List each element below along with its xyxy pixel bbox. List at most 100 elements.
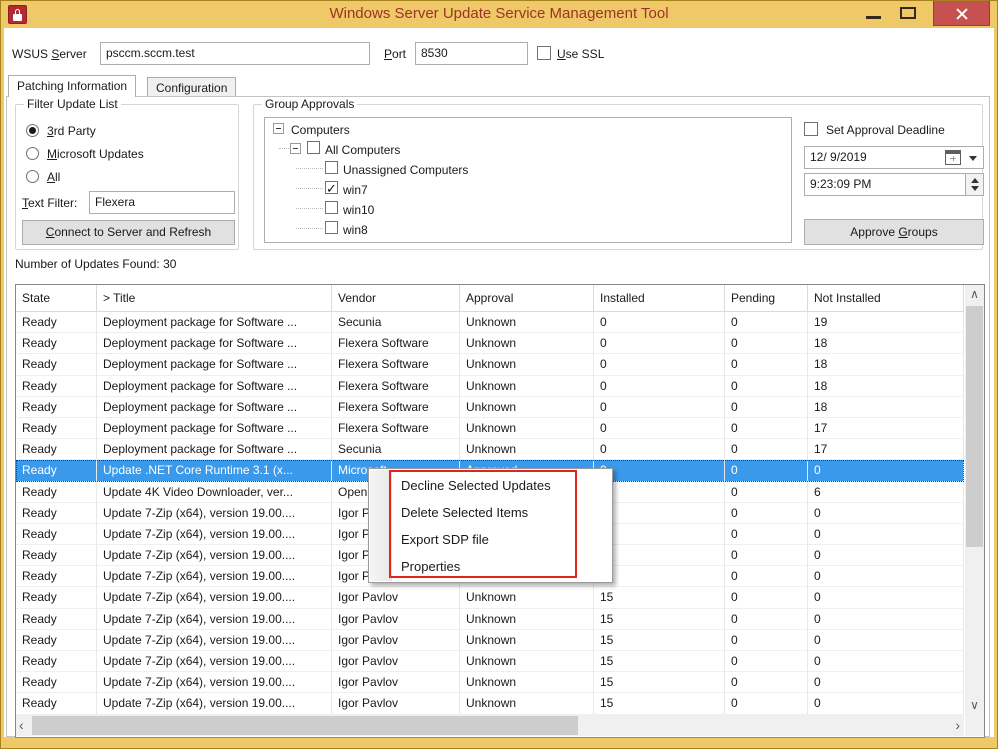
cell-title: Deployment package for Software ... <box>97 354 332 375</box>
deadline-date-picker[interactable]: 12/ 9/2019 <box>804 146 984 169</box>
text-filter-input[interactable]: Flexera <box>89 191 235 214</box>
approve-groups-button[interactable]: Approve Groups <box>804 219 984 245</box>
connect-refresh-button[interactable]: Connect to Server and Refresh <box>22 220 235 245</box>
tree-node[interactable]: Unassigned Computers <box>265 158 791 178</box>
deadline-time-value: 9:23:09 PM <box>810 177 871 191</box>
cell-pending: 0 <box>725 460 808 481</box>
close-button[interactable] <box>933 0 990 26</box>
horizontal-scrollbar[interactable]: ‹ › <box>16 715 964 736</box>
time-spinner[interactable] <box>965 174 983 195</box>
table-row[interactable]: Ready Deployment package for Software ..… <box>16 312 964 333</box>
col-header-approval[interactable]: Approval <box>460 285 594 312</box>
horizontal-scrollbar-thumb[interactable] <box>32 716 578 735</box>
col-header-not-installed[interactable]: Not Installed <box>808 285 964 312</box>
scroll-down-icon[interactable]: ∨ <box>965 698 984 712</box>
port-input[interactable]: 8530 <box>415 42 528 65</box>
table-row[interactable]: Ready Update 7-Zip (x64), version 19.00.… <box>16 609 964 630</box>
table-row[interactable]: Ready Deployment package for Software ..… <box>16 439 964 460</box>
computers-tree[interactable]: Computers All Computers Unassigned C <box>264 117 792 243</box>
cell-state: Ready <box>16 376 97 397</box>
title-bar[interactable]: Windows Server Update Service Management… <box>0 0 998 28</box>
cell-installed: 0 <box>594 418 725 439</box>
table-row[interactable]: Ready Update 7-Zip (x64), version 19.00.… <box>16 651 964 672</box>
table-row[interactable]: Ready Deployment package for Software ..… <box>16 354 964 375</box>
tree-node[interactable]: win8 <box>265 218 791 238</box>
cell-pending: 0 <box>725 376 808 397</box>
tab-configuration[interactable]: Configuration <box>147 77 236 97</box>
spin-up-icon[interactable] <box>971 178 979 183</box>
table-row[interactable]: Ready Deployment package for Software ..… <box>16 376 964 397</box>
tab-patching-information[interactable]: Patching Information <box>8 75 136 97</box>
cell-installed: 15 <box>594 503 725 524</box>
table-row[interactable]: Ready Deployment package for Software ..… <box>16 333 964 354</box>
app-window: { "window": { "title": "Windows Server U… <box>0 0 998 749</box>
table-row[interactable]: Ready Update 7-Zip (x64), version 19.00.… <box>16 693 964 714</box>
col-header-vendor[interactable]: Vendor <box>332 285 460 312</box>
cell-installed: 0 <box>594 439 725 460</box>
port-label: Port <box>384 47 406 61</box>
table-row[interactable]: Ready Update 7-Zip (x64), version 19.00.… <box>16 630 964 651</box>
table-row[interactable]: Ready Deployment package for Software ..… <box>16 418 964 439</box>
deadline-time-picker[interactable]: 9:23:09 PM <box>804 173 984 196</box>
cell-title: Deployment package for Software ... <box>97 418 332 439</box>
cell-installed: 0 <box>594 354 725 375</box>
maximize-button[interactable] <box>894 0 922 26</box>
scroll-left-icon[interactable]: ‹ <box>19 717 24 733</box>
col-header-pending[interactable]: Pending <box>725 285 808 312</box>
cell-pending: 0 <box>725 672 808 693</box>
cell-pending: 0 <box>725 503 808 524</box>
tree-node[interactable]: All Computers <box>265 138 791 158</box>
date-dropdown-icon[interactable] <box>969 156 977 161</box>
minimize-button[interactable] <box>860 0 888 26</box>
cell-not-installed: 6 <box>808 482 964 503</box>
cell-title: Update 7-Zip (x64), version 19.00.... <box>97 503 332 524</box>
vertical-scrollbar-thumb[interactable] <box>966 306 983 547</box>
scroll-right-icon[interactable]: › <box>955 717 960 733</box>
col-header-title[interactable]: > Title <box>97 285 332 312</box>
cell-not-installed: 0 <box>808 566 964 587</box>
col-header-installed[interactable]: Installed <box>594 285 725 312</box>
cell-state: Ready <box>16 566 97 587</box>
context-menu-item[interactable]: Decline Selected Updates <box>369 472 612 499</box>
wsus-server-input[interactable]: psccm.sccm.test <box>100 42 370 65</box>
use-ssl-checkbox[interactable] <box>537 46 551 60</box>
spin-down-icon[interactable] <box>971 186 979 191</box>
set-approval-deadline-checkbox[interactable] <box>804 122 818 136</box>
cell-not-installed: 18 <box>808 354 964 375</box>
cell-title: Deployment package for Software ... <box>97 312 332 333</box>
vertical-scrollbar[interactable]: ∧ ∨ <box>965 285 984 715</box>
cell-approval: Unknown <box>460 439 594 460</box>
scroll-up-icon[interactable]: ∧ <box>965 287 984 301</box>
col-header-state[interactable]: State <box>16 285 97 312</box>
updates-count-label: Number of Updates Found: 30 <box>15 257 176 271</box>
tree-expander-icon[interactable] <box>273 123 284 134</box>
tree-node-checkbox[interactable] <box>325 221 338 234</box>
tree-node[interactable]: Computers <box>265 118 791 138</box>
table-row[interactable]: Ready Update 7-Zip (x64), version 19.00.… <box>16 672 964 693</box>
tree-node-checkbox[interactable] <box>325 161 338 174</box>
cell-not-installed: 18 <box>808 397 964 418</box>
cell-pending: 0 <box>725 545 808 566</box>
cell-title: Update 7-Zip (x64), version 19.00.... <box>97 609 332 630</box>
context-menu-item[interactable]: Delete Selected Items <box>369 499 612 526</box>
radio-microsoft-updates[interactable] <box>26 147 39 160</box>
tree-node[interactable]: win10 <box>265 198 791 218</box>
tree-connector <box>296 168 323 169</box>
cell-approval: Unknown <box>460 418 594 439</box>
radio-3rd-party[interactable] <box>26 124 39 137</box>
tree-connector <box>296 188 323 189</box>
cell-not-installed: 18 <box>808 376 964 397</box>
tree-node-checkbox[interactable] <box>325 181 338 194</box>
cell-pending: 0 <box>725 524 808 545</box>
tree-node[interactable]: win7 <box>265 178 791 198</box>
cell-not-installed: 0 <box>808 524 964 545</box>
tree-node-checkbox[interactable] <box>307 141 320 154</box>
tree-expander-icon[interactable] <box>290 143 301 154</box>
tree-node-checkbox[interactable] <box>325 201 338 214</box>
radio-all[interactable] <box>26 170 39 183</box>
context-menu-item[interactable]: Export SDP file <box>369 526 612 553</box>
table-row[interactable]: Ready Update 7-Zip (x64), version 19.00.… <box>16 587 964 608</box>
table-row[interactable]: Ready Deployment package for Software ..… <box>16 397 964 418</box>
cell-not-installed: 0 <box>808 693 964 714</box>
context-menu-item[interactable]: Properties <box>369 553 612 580</box>
